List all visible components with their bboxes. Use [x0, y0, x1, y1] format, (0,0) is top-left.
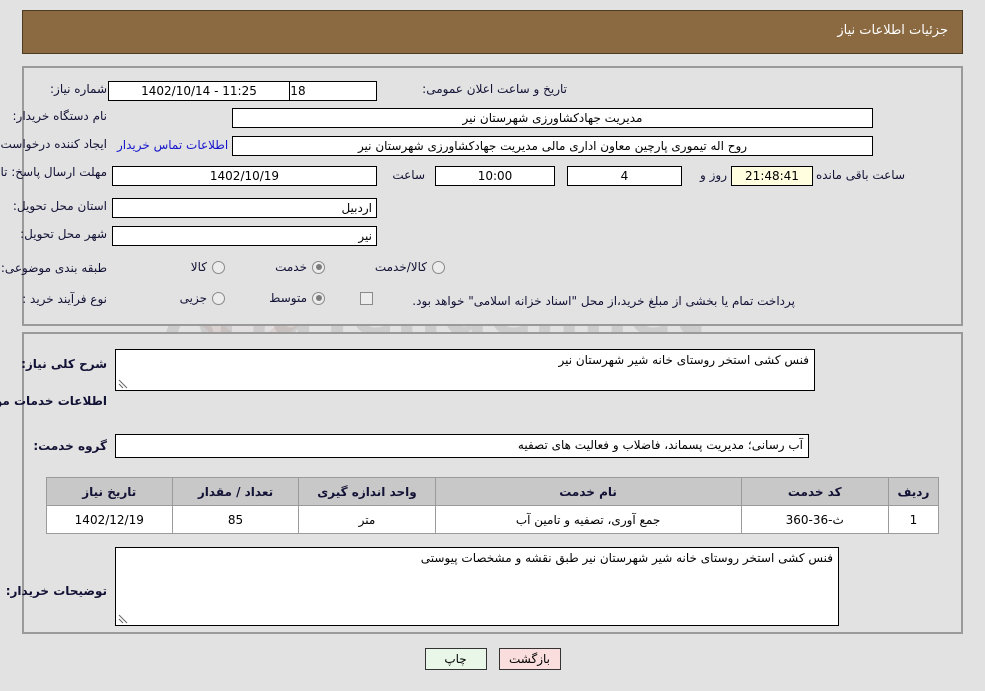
- buyer-notes-label: توضیحات خریدار:: [5, 584, 107, 598]
- remaining-hours-label: ساعت باقی مانده: [815, 168, 905, 182]
- col-code: کد خدمت: [740, 477, 889, 506]
- process-radio-motavaset[interactable]: [312, 291, 325, 305]
- subject-category-label: طبقه بندی موضوعی:: [0, 261, 107, 275]
- category-option-kala[interactable]: کالا: [191, 260, 225, 274]
- col-qty: تعداد / مقدار: [171, 477, 300, 506]
- footer-button-row: بازگشت چاپ: [0, 648, 985, 670]
- need-number-row: شماره نیاز:: [50, 82, 107, 96]
- delivery-city-value[interactable]: نیر: [112, 226, 377, 246]
- treasury-note-text: پرداخت تمام یا بخشی از مبلغ خرید،از محل …: [412, 294, 795, 308]
- table-row: 1 ث-36-360 جمع آوری، تصفیه و تامین آب مت…: [46, 505, 940, 534]
- page-header-bar: جزئیات اطلاعات نیاز: [22, 10, 963, 54]
- category-label-kala-khedmat: کالا/خدمت: [374, 260, 427, 274]
- general-desc-label: شرح کلی نیاز:: [21, 357, 107, 371]
- print-button[interactable]: چاپ: [424, 648, 487, 670]
- treasury-checkbox[interactable]: [360, 292, 373, 305]
- process-label-motavaset: متوسط: [269, 291, 307, 305]
- announce-datetime-value[interactable]: 11:25 - 1402/10/14: [108, 81, 290, 101]
- days-label: روز و: [700, 168, 727, 182]
- category-radio-khedmat[interactable]: [312, 260, 325, 274]
- process-radio-jozee[interactable]: [212, 291, 225, 305]
- request-creator-value[interactable]: روح اله تیموری پارچین معاون اداری مالی م…: [232, 136, 873, 156]
- category-radio-kala-khedmat[interactable]: [432, 260, 445, 274]
- deadline-time-value[interactable]: 10:00: [435, 166, 555, 186]
- col-name: نام خدمت: [434, 477, 742, 506]
- category-label-kala: کالا: [190, 260, 207, 274]
- service-group-value[interactable]: آب رسانی؛ مدیریت پسماند، فاضلاب و فعالیت…: [115, 434, 809, 458]
- category-radio-kala[interactable]: [212, 260, 225, 274]
- remaining-days-value[interactable]: 4: [567, 166, 682, 186]
- resize-grip-icon[interactable]: [118, 379, 128, 389]
- purchase-process-label: نوع فرآیند خرید :: [22, 292, 107, 306]
- delivery-province-label: استان محل تحویل:: [12, 199, 107, 213]
- col-date: تاریخ نیاز: [46, 477, 173, 506]
- cell-radif: 1: [887, 505, 940, 534]
- process-label-jozee: جزیی: [179, 291, 207, 305]
- countdown-timer-value: 21:48:41: [731, 166, 813, 186]
- category-label-khedmat: خدمت: [275, 260, 307, 274]
- col-unit: واحد اندازه گیری: [298, 477, 436, 506]
- cell-date: 1402/12/19: [46, 505, 173, 534]
- buyer-notes-textarea[interactable]: فنس کشی استخر روستای خانه شیر شهرستان نی…: [115, 547, 839, 626]
- back-button[interactable]: بازگشت: [498, 648, 561, 670]
- general-desc-textarea[interactable]: فنس کشی استخر روستای خانه شیر شهرستان نی…: [115, 349, 815, 391]
- delivery-province-value[interactable]: اردبیل: [112, 198, 377, 218]
- need-info-panel: [22, 66, 963, 326]
- process-option-jozee[interactable]: جزیی: [180, 291, 225, 305]
- process-option-motavaset[interactable]: متوسط: [269, 291, 325, 305]
- cell-name: جمع آوری، تصفیه و تامین آب: [434, 505, 742, 534]
- page-title: جزئیات اطلاعات نیاز: [837, 23, 948, 38]
- deadline-label: مهلت ارسال پاسخ: تا تاریخ:: [0, 165, 107, 179]
- hour-label: ساعت: [392, 168, 425, 182]
- services-section-title: اطلاعات خدمات مورد نیاز: [0, 394, 107, 408]
- category-option-kala-khedmat[interactable]: کالا/خدمت: [375, 260, 445, 274]
- announce-datetime-label: تاریخ و ساعت اعلان عمومی:: [422, 82, 567, 96]
- table-header-row: ردیف کد خدمت نام خدمت واحد اندازه گیری ت…: [46, 477, 940, 506]
- cell-code: ث-36-360: [740, 505, 889, 534]
- need-number-label: شماره نیاز:: [50, 82, 107, 96]
- treasury-checkbox-wrap[interactable]: [360, 291, 373, 305]
- request-creator-label: ایجاد کننده درخواست:: [0, 137, 107, 151]
- resize-grip-icon-notes[interactable]: [118, 614, 128, 624]
- cell-qty: 85: [171, 505, 300, 534]
- buyer-org-value[interactable]: مدیریت جهادکشاورزی شهرستان نیر: [232, 108, 873, 128]
- col-radif: ردیف: [887, 477, 940, 506]
- general-desc-value: فنس کشی استخر روستای خانه شیر شهرستان نی…: [558, 353, 809, 367]
- buyer-notes-value: فنس کشی استخر روستای خانه شیر شهرستان نی…: [420, 551, 833, 565]
- deadline-date-value[interactable]: 1402/10/19: [112, 166, 377, 186]
- buyer-org-label: نام دستگاه خریدار:: [12, 109, 108, 123]
- buyer-contact-link[interactable]: اطلاعات تماس خریدار: [117, 138, 228, 152]
- delivery-city-label: شهر محل تحویل:: [20, 227, 107, 241]
- services-table: ردیف کد خدمت نام خدمت واحد اندازه گیری ت…: [46, 477, 940, 534]
- service-group-label: گروه خدمت:: [33, 439, 107, 453]
- cell-unit: متر: [298, 505, 436, 534]
- category-option-khedmat[interactable]: خدمت: [275, 260, 325, 274]
